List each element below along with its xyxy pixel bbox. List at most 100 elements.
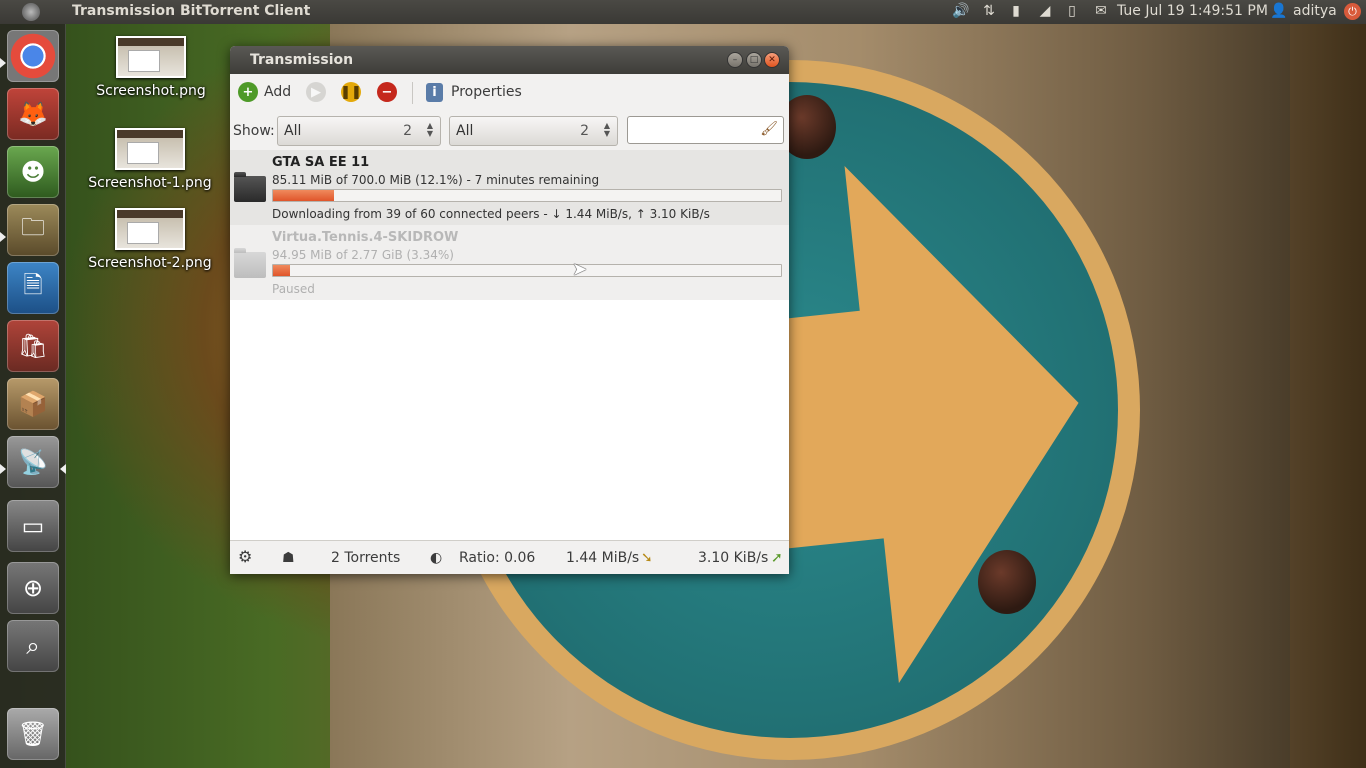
filter-bar: Show: All 2 ▲ ▼ All 2 ▲ ▼ 🖌 bbox=[230, 112, 789, 148]
magnifier-icon: ⊕ bbox=[22, 574, 44, 602]
properties-button[interactable]: i Properties bbox=[426, 80, 522, 104]
desktop-file-name: Screenshot-1.png bbox=[88, 175, 212, 191]
desktop-file[interactable]: Screenshot.png bbox=[86, 36, 216, 99]
torrent-row[interactable]: Virtua.Tennis.4-SKIDROW 94.95 MiB of 2.7… bbox=[230, 225, 789, 300]
running-indicator bbox=[0, 232, 6, 242]
clock[interactable]: Tue Jul 19 1:49:51 PM bbox=[1117, 3, 1268, 19]
sound-icon[interactable]: 🔊 bbox=[952, 3, 970, 21]
torrent-name: Virtua.Tennis.4-SKIDROW bbox=[272, 230, 459, 245]
torrent-name: GTA SA EE 11 bbox=[272, 155, 370, 170]
torrent-progress-fill bbox=[273, 265, 290, 276]
focused-indicator bbox=[60, 464, 66, 474]
torrent-status: Paused bbox=[272, 282, 315, 296]
wallpaper-bolt bbox=[978, 550, 1036, 614]
document-icon: 🗎 bbox=[23, 270, 43, 299]
activity-filter-count: 2 bbox=[403, 123, 412, 139]
torrent-list[interactable]: GTA SA EE 11 85.11 MiB of 700.0 MiB (12.… bbox=[230, 150, 789, 540]
turtle-icon[interactable]: ☗ bbox=[282, 550, 295, 566]
tracker-filter-value: All bbox=[456, 123, 474, 139]
gwibber-launcher-icon[interactable]: 🦊 bbox=[7, 88, 59, 140]
hulk-launcher-icon[interactable]: ☻ bbox=[7, 146, 59, 198]
user-icon[interactable]: 👤 bbox=[1270, 3, 1288, 21]
folder-icon bbox=[234, 172, 266, 202]
running-indicator bbox=[0, 464, 6, 474]
torrent-progress-fill bbox=[273, 190, 335, 201]
pause-icon: ❚❚ bbox=[340, 82, 362, 102]
add-label: Add bbox=[264, 84, 292, 100]
spin-arrows-icon: ▲ ▼ bbox=[603, 121, 610, 138]
pause-button[interactable]: ❚❚ bbox=[340, 80, 362, 104]
spin-arrows-icon: ▲ ▼ bbox=[426, 121, 433, 138]
gear-icon[interactable]: ⚙ bbox=[238, 547, 252, 566]
torrent-row[interactable]: GTA SA EE 11 85.11 MiB of 700.0 MiB (12.… bbox=[230, 150, 789, 225]
user-name[interactable]: aditya bbox=[1293, 3, 1337, 19]
transmission-window: Transmission – □ ✕ + Add ▶ ❚❚ − i Proper… bbox=[230, 46, 789, 574]
window-icon: ▭ bbox=[21, 512, 45, 540]
ratio-text: Ratio: 0.06 bbox=[459, 550, 536, 566]
network-icon[interactable]: ⇅ bbox=[978, 3, 1000, 21]
toolbar: + Add ▶ ❚❚ − i Properties bbox=[230, 74, 789, 110]
image-thumbnail-icon bbox=[115, 208, 185, 250]
dash-home-icon[interactable] bbox=[22, 3, 40, 21]
start-button[interactable]: ▶ bbox=[306, 80, 326, 104]
package-icon: 📦 bbox=[18, 390, 48, 418]
tracker-filter-combo[interactable]: All 2 ▲ ▼ bbox=[449, 116, 618, 146]
download-speed: 1.44 MiB/s bbox=[566, 550, 640, 566]
workspaces-launcher-icon[interactable]: ▭ bbox=[7, 500, 59, 552]
maximize-button[interactable]: □ bbox=[746, 52, 762, 68]
folder-icon bbox=[234, 248, 266, 278]
image-thumbnail-icon bbox=[115, 128, 185, 170]
toolbar-separator bbox=[412, 82, 413, 104]
chrome-launcher-icon[interactable] bbox=[7, 30, 59, 82]
window-titlebar[interactable]: Transmission – □ ✕ bbox=[230, 46, 789, 74]
trash-icon: 🗑 bbox=[17, 720, 49, 748]
clear-brush-icon[interactable]: 🖌 bbox=[760, 121, 778, 137]
file-search-icon: ⌕ bbox=[26, 632, 40, 660]
desktop-file[interactable]: Screenshot-1.png bbox=[85, 128, 215, 191]
activity-filter-value: All bbox=[284, 123, 302, 139]
power-icon[interactable]: ⏻ bbox=[1344, 3, 1361, 20]
mail-icon[interactable]: ✉ bbox=[1090, 3, 1112, 21]
properties-label: Properties bbox=[451, 84, 522, 100]
download-arrow-icon: ➘ bbox=[641, 550, 653, 566]
activity-filter-combo[interactable]: All 2 ▲ ▼ bbox=[277, 116, 441, 146]
files-launcher-icon[interactable]: 🗀 bbox=[7, 204, 59, 256]
archive-launcher-icon[interactable]: 📦 bbox=[7, 378, 59, 430]
writer-launcher-icon[interactable]: 🗎 bbox=[7, 262, 59, 314]
show-label: Show: bbox=[233, 123, 275, 139]
folder-icon: 🗀 bbox=[21, 212, 45, 241]
upload-speed: 3.10 KiB/s bbox=[698, 550, 769, 566]
transmission-launcher-icon[interactable]: 📡 bbox=[7, 436, 59, 488]
fox-icon: 🦊 bbox=[18, 100, 48, 128]
mouse-pointer-icon: ➤ bbox=[572, 259, 588, 280]
remove-button[interactable]: − bbox=[377, 80, 397, 104]
torrent-progress-text: 94.95 MiB of 2.77 GiB (3.34%) bbox=[272, 248, 454, 262]
tracker-filter-count: 2 bbox=[580, 123, 589, 139]
launcher: 🦊 ☻ 🗀 🗎 🛍 📦 📡 ▭ ⊕ ⌕ 🗑 bbox=[0, 24, 66, 768]
battery-icon[interactable]: ▮ bbox=[1008, 3, 1024, 21]
window-title: Transmission bbox=[250, 52, 354, 68]
signal-icon[interactable]: ◢ bbox=[1035, 3, 1055, 21]
active-app-title: Transmission BitTorrent Client bbox=[72, 3, 311, 19]
minimize-button[interactable]: – bbox=[727, 52, 743, 68]
desktop-file-name: Screenshot.png bbox=[96, 83, 206, 99]
torrent-count: 2 Torrents bbox=[331, 550, 401, 566]
satellite-dish-icon: 📡 bbox=[18, 448, 48, 476]
ratio-icon[interactable]: ◐ bbox=[430, 550, 442, 566]
shopping-bag-icon: 🛍 bbox=[17, 332, 49, 360]
search-apps-launcher-icon[interactable]: ⊕ bbox=[7, 562, 59, 614]
add-button[interactable]: + Add bbox=[238, 80, 291, 104]
desktop-file-name: Screenshot-2.png bbox=[88, 255, 212, 271]
image-thumbnail-icon bbox=[116, 36, 186, 78]
trash-launcher-icon[interactable]: 🗑 bbox=[7, 708, 59, 760]
upload-arrow-icon: ➚ bbox=[771, 550, 783, 566]
running-indicator bbox=[0, 58, 6, 68]
software-center-launcher-icon[interactable]: 🛍 bbox=[7, 320, 59, 372]
power-adapter-icon[interactable]: ▯ bbox=[1064, 3, 1080, 21]
search-input[interactable]: 🖌 bbox=[627, 116, 784, 144]
add-icon: + bbox=[238, 82, 258, 102]
desktop-file[interactable]: Screenshot-2.png bbox=[85, 208, 215, 271]
top-panel: Transmission BitTorrent Client 🔊 ⇅ ▮ ◢ ▯… bbox=[0, 0, 1366, 24]
close-button[interactable]: ✕ bbox=[764, 52, 780, 68]
search-files-launcher-icon[interactable]: ⌕ bbox=[7, 620, 59, 672]
